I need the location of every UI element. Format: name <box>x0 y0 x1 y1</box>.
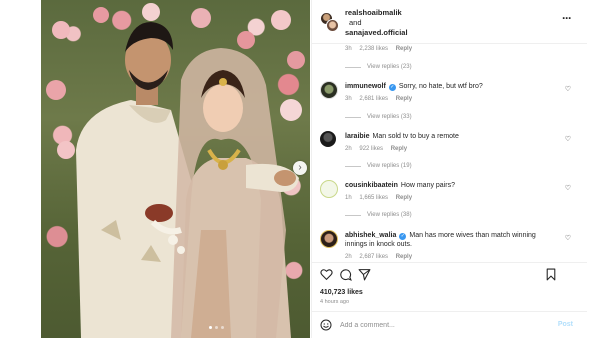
heart-icon[interactable]: ♡ <box>565 234 571 242</box>
verified-badge-icon: ✓ <box>399 233 407 240</box>
view-replies-button[interactable]: View replies (38) <box>345 212 412 218</box>
comment-text: cousinkibaatein How many pairs? <box>345 181 555 190</box>
view-replies-label: View replies (19) <box>367 163 412 169</box>
divider <box>345 66 361 68</box>
view-replies-label: View replies (38) <box>367 212 412 218</box>
view-replies-label: View replies (23) <box>367 64 412 70</box>
carousel-indicator <box>209 326 224 329</box>
author-username[interactable]: realshoaibmalik <box>345 8 408 18</box>
post-actions <box>320 268 580 282</box>
carousel-dot <box>215 326 218 329</box>
heart-icon[interactable] <box>320 268 333 281</box>
wedding-photo <box>46 3 305 338</box>
chevron-right-icon[interactable]: › <box>293 161 307 175</box>
post-authors: realshoaibmalik and sanajaved.official <box>345 8 408 38</box>
comment-time: 2h <box>345 146 352 152</box>
avatar[interactable] <box>320 81 338 99</box>
comment-username[interactable]: laraibie <box>345 133 370 140</box>
avatar <box>326 19 339 32</box>
post-side-panel: realshoaibmalik and sanajaved.official ·… <box>311 0 587 338</box>
reply-button[interactable]: Reply <box>396 254 412 260</box>
comment-meta: 2h 922 likes Reply <box>345 146 413 152</box>
share-icon[interactable] <box>358 268 371 281</box>
bookmark-icon[interactable] <box>545 268 557 281</box>
reply-button[interactable]: Reply <box>396 195 412 201</box>
comment-body: How many pairs? <box>400 182 455 189</box>
view-replies-button[interactable]: View replies (19) <box>345 163 412 169</box>
comment-time: 2h <box>345 254 352 260</box>
heart-icon[interactable]: ♡ <box>565 184 571 192</box>
view-replies-label: View replies (33) <box>367 114 412 120</box>
comment-likes[interactable]: 2,681 likes <box>359 96 388 102</box>
comment-body: Sorry, no hate, but wtf bro? <box>398 83 483 90</box>
divider <box>345 165 361 167</box>
post-header: realshoaibmalik and sanajaved.official ·… <box>312 0 587 40</box>
author-username[interactable]: sanajaved.official <box>345 28 408 38</box>
emoji-icon[interactable] <box>320 319 332 331</box>
post-image[interactable] <box>41 0 310 338</box>
author-avatars[interactable] <box>320 12 339 32</box>
comment-text: abhishek_walia ✓ Man has more wives than m… <box>345 231 555 249</box>
comment-meta: 3h 2,238 likes Reply <box>345 46 418 52</box>
view-replies-button[interactable]: View replies (23) <box>345 64 412 70</box>
comment-time: 1h <box>345 195 352 201</box>
divider <box>345 214 361 216</box>
avatar[interactable] <box>320 230 338 248</box>
comment-username[interactable]: abhishek_walia <box>345 232 396 239</box>
carousel-dot <box>221 326 224 329</box>
comment-username[interactable]: cousinkibaatein <box>345 182 398 189</box>
comment-username[interactable]: immunewolf <box>345 83 386 90</box>
comment-time: 3h <box>345 46 352 52</box>
comment-meta: 1h 1,665 likes Reply <box>345 195 418 201</box>
author-connector: and <box>349 18 362 27</box>
reply-button[interactable]: Reply <box>396 96 412 102</box>
view-replies-button[interactable]: View replies (33) <box>345 114 412 120</box>
reply-button[interactable]: Reply <box>396 46 412 52</box>
heart-icon[interactable]: ♡ <box>565 135 571 143</box>
comment-likes[interactable]: 2,687 likes <box>359 254 388 260</box>
comment-meta: 3h 2,681 likes Reply <box>345 96 418 102</box>
carousel-dot-active <box>209 326 212 329</box>
more-options-icon[interactable]: ··· <box>562 11 572 25</box>
avatar[interactable] <box>320 131 336 147</box>
comment-text: laraibie Man sold tv to buy a remote <box>345 132 555 141</box>
divider <box>345 116 361 118</box>
post-timestamp: 4 hours ago <box>320 299 350 305</box>
comment-likes[interactable]: 1,665 likes <box>359 195 388 201</box>
heart-icon[interactable]: ♡ <box>565 85 571 93</box>
comment-body: Man sold tv to buy a remote <box>372 133 459 140</box>
divider <box>312 262 587 263</box>
post-button[interactable]: Post <box>558 321 573 328</box>
comment-likes[interactable]: 922 likes <box>359 146 383 152</box>
comment-text: immunewolf ✓ Sorry, no hate, but wtf bro? <box>345 82 555 91</box>
divider <box>312 43 587 44</box>
comment-likes[interactable]: 2,238 likes <box>359 46 388 52</box>
like-count[interactable]: 410,723 likes <box>320 289 363 296</box>
comment-meta: 2h 2,687 likes Reply <box>345 254 418 260</box>
avatar[interactable] <box>320 180 338 198</box>
add-comment-bar: Post <box>312 312 587 338</box>
reply-button[interactable]: Reply <box>391 146 407 152</box>
comment-icon[interactable] <box>339 268 352 281</box>
comment-input[interactable] <box>340 319 530 331</box>
verified-badge-icon: ✓ <box>388 84 396 91</box>
comment-time: 3h <box>345 96 352 102</box>
